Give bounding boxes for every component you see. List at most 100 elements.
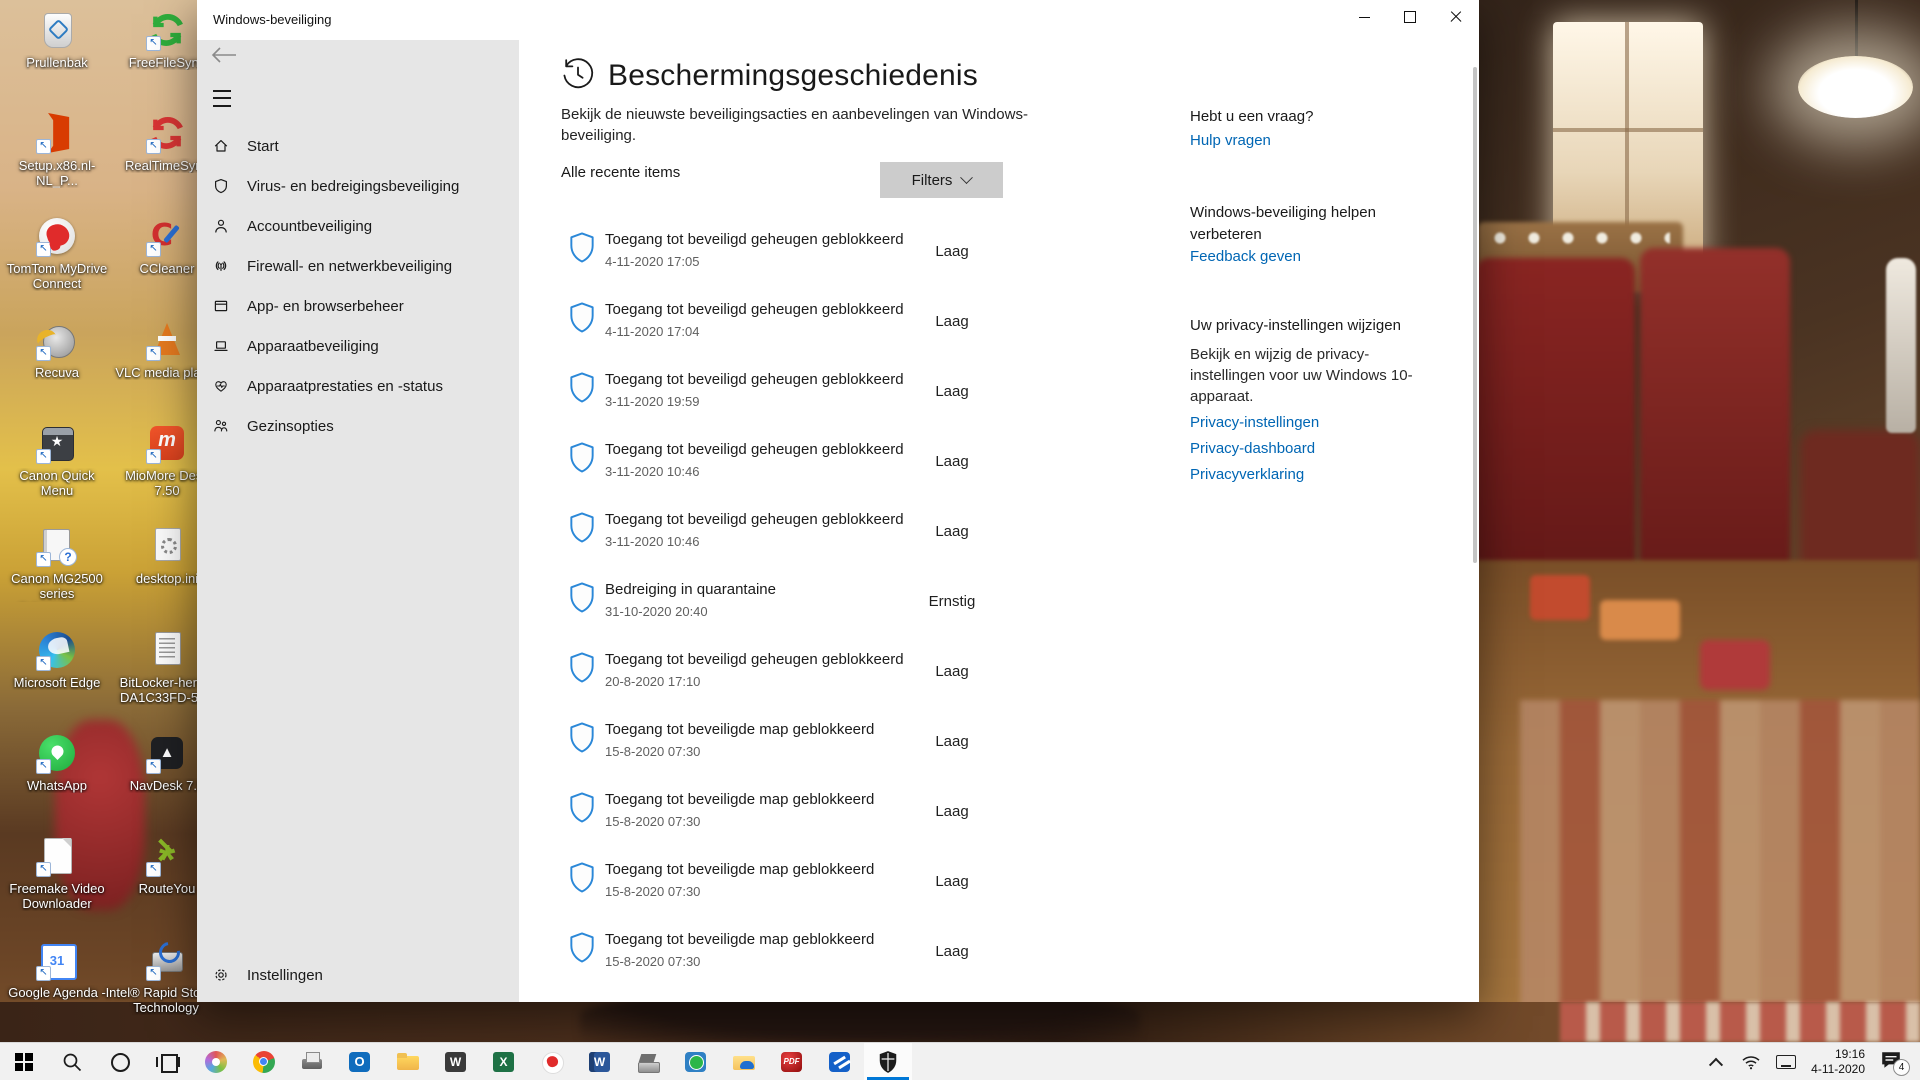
feedback-geven-link[interactable]: Feedback geven: [1190, 248, 1440, 265]
sidebar-item-gezinsopties[interactable]: Gezinsopties: [197, 406, 519, 446]
privacy-instellingen-link[interactable]: Privacy-instellingen: [1190, 414, 1440, 431]
sidebar-item-apparaatbeveiliging[interactable]: Apparaatbeveiliging: [197, 326, 519, 366]
taskbar-excel-button[interactable]: X: [480, 1043, 528, 1080]
taskbar-onedrive-button[interactable]: [720, 1043, 768, 1080]
history-item[interactable]: Toegang tot beveiligd geheugen geblokkee…: [561, 650, 1081, 714]
sidebar-item-app-browser[interactable]: App- en browserbeheer: [197, 286, 519, 326]
history-item[interactable]: Toegang tot beveiligde map geblokkeerd15…: [561, 720, 1081, 784]
notification-center-icon[interactable]: 4: [1880, 1050, 1906, 1074]
shield-icon: [569, 862, 595, 898]
severity-label: Laag: [897, 943, 1007, 960]
fax-printer-icon: [300, 1050, 324, 1074]
history-item[interactable]: Toegang tot beveiligd geheugen geblokkee…: [561, 370, 1081, 434]
desktop-icon-canon-mg2500[interactable]: ↖ Canon MG2500 series Schermhan...: [2, 524, 112, 602]
touch-keyboard-icon[interactable]: [1776, 1052, 1796, 1072]
shortcut-arrow-icon: ↖: [36, 862, 51, 877]
taskbar-fax-button[interactable]: [288, 1043, 336, 1080]
window-titlebar[interactable]: Windows-beveiliging: [197, 0, 1479, 40]
taskbar-file-explorer-button[interactable]: [384, 1043, 432, 1080]
desktop-icon-prullenbak[interactable]: Prullenbak: [2, 8, 112, 70]
history-item[interactable]: Bedreiging in quarantaine31-10-2020 20:4…: [561, 580, 1081, 644]
close-button[interactable]: [1433, 0, 1479, 34]
sidebar-item-virusbeveiliging[interactable]: Virus- en bedreigingsbeveiliging: [197, 166, 519, 206]
search-icon: [61, 1051, 83, 1073]
minimize-button[interactable]: [1341, 0, 1387, 34]
taskbar-windows-security-button[interactable]: [864, 1043, 912, 1080]
hulp-vragen-link[interactable]: Hulp vragen: [1190, 132, 1440, 149]
privacy-description: Bekijk en wijzig de privacy-instellingen…: [1190, 344, 1418, 407]
taskbar-tomtom-button[interactable]: [528, 1043, 576, 1080]
whatsapp-icon: [684, 1050, 708, 1074]
privacyverklaring-link[interactable]: Privacyverklaring: [1190, 466, 1440, 483]
taskbar-pdf-button[interactable]: PDF: [768, 1043, 816, 1080]
sidebar-item-firewall[interactable]: Firewall- en netwerkbeveiliging: [197, 246, 519, 286]
sidebar-item-start[interactable]: Start: [197, 126, 519, 166]
history-item[interactable]: Toegang tot beveiligde map geblokkeerd15…: [561, 790, 1081, 854]
google-calendar-icon: ↖: [35, 938, 79, 982]
taskbar-whatsapp-button[interactable]: [672, 1043, 720, 1080]
shortcut-arrow-icon: ↖: [36, 552, 51, 567]
navdesk-icon: ↖: [145, 731, 189, 775]
laptop-icon: [213, 338, 229, 354]
desktop-icon-office-setup[interactable]: ↖ Setup.x86.nl-NL_P...: [2, 111, 112, 188]
scrollbar-thumb[interactable]: [1473, 67, 1477, 563]
shield-icon: [213, 178, 229, 194]
sidebar-item-apparaatprestaties[interactable]: Apparaatprestaties en -status: [197, 366, 519, 406]
family-icon: [213, 418, 229, 434]
question-heading: Hebt u een vraag?: [1190, 106, 1440, 128]
taskbar-search-button[interactable]: [48, 1043, 96, 1080]
sidebar-item-accountbeveiliging[interactable]: Accountbeveiliging: [197, 206, 519, 246]
taskbar-cortana-button[interactable]: [96, 1043, 144, 1080]
taskbar-start-button[interactable]: [0, 1043, 48, 1080]
sidebar-nav: Start Virus- en bedreigingsbeveiliging A…: [197, 126, 519, 446]
back-button[interactable]: [211, 45, 241, 69]
scrollbar[interactable]: [1473, 40, 1478, 1002]
ccleaner-icon: ↖: [145, 214, 189, 258]
history-item[interactable]: Toegang tot beveiligd geheugen geblokkee…: [561, 230, 1081, 294]
tray-chevron-up-icon[interactable]: [1706, 1052, 1726, 1072]
privacy-heading: Uw privacy-instellingen wijzigen: [1190, 315, 1440, 337]
desktop-icon-freemake[interactable]: ↖ Freemake Video Downloader: [2, 834, 112, 911]
taskbar-scanner-button[interactable]: [624, 1043, 672, 1080]
wifi-icon[interactable]: [1741, 1052, 1761, 1072]
defender-shield-icon: [877, 1050, 899, 1074]
freefilesync-icon: ↖: [145, 8, 189, 52]
maximize-button[interactable]: [1387, 0, 1433, 34]
back-arrow-icon: [211, 45, 237, 65]
freemake-icon: ↖: [35, 834, 79, 878]
taskbar-chrome-button[interactable]: [240, 1043, 288, 1080]
desktop-icon-canon-quick-menu[interactable]: ↖ Canon Quick Menu: [2, 421, 112, 498]
chrome-icon: [252, 1050, 276, 1074]
filters-button[interactable]: Filters: [880, 162, 1003, 198]
desktop-icon-recuva[interactable]: ↖ Recuva: [2, 318, 112, 380]
file-explorer-icon: [396, 1050, 420, 1074]
taskbar-outlook-button[interactable]: O: [336, 1043, 384, 1080]
tomtom-icon: [540, 1050, 564, 1074]
taskbar-task-view-button[interactable]: [144, 1043, 192, 1080]
person-icon: [213, 218, 229, 234]
paint-icon: [204, 1050, 228, 1074]
routeyou-icon: ↖: [145, 834, 189, 878]
desktop-icon-tomtom-mydrive[interactable]: ↖ TomTom MyDrive Connect: [2, 214, 112, 291]
notification-count-badge: 4: [1893, 1059, 1910, 1076]
history-item[interactable]: Toegang tot beveiligde map geblokkeerd15…: [561, 930, 1081, 994]
desktop-icon-whatsapp[interactable]: ↖ WhatsApp: [2, 731, 112, 793]
history-item[interactable]: Toegang tot beveiligd geheugen geblokkee…: [561, 440, 1081, 504]
sidebar-item-instellingen[interactable]: Instellingen: [197, 955, 519, 995]
history-item[interactable]: Toegang tot beveiligd geheugen geblokkee…: [561, 300, 1081, 364]
history-item[interactable]: Toegang tot beveiligde map geblokkeerd15…: [561, 860, 1081, 924]
shortcut-arrow-icon: ↖: [146, 449, 161, 464]
menu-button[interactable]: [213, 90, 231, 107]
taskbar-paint-button[interactable]: [192, 1043, 240, 1080]
privacy-dashboard-link[interactable]: Privacy-dashboard: [1190, 440, 1440, 457]
clock-time: 19:16: [1811, 1047, 1865, 1062]
taskbar-word-dark-button[interactable]: W: [432, 1043, 480, 1080]
history-item[interactable]: Toegang tot beveiligd geheugen geblokkee…: [561, 510, 1081, 574]
severity-label: Laag: [897, 453, 1007, 470]
taskbar-word-button[interactable]: W: [576, 1043, 624, 1080]
taskbar-clock[interactable]: 19:16 4-11-2020: [1811, 1047, 1865, 1077]
desktop-icon-microsoft-edge[interactable]: ↖ Microsoft Edge: [2, 628, 112, 690]
taskbar-scan-button[interactable]: [816, 1043, 864, 1080]
windows-logo-icon: [12, 1050, 36, 1074]
desktop-icon-google-agenda[interactable]: ↖ Google Agenda -: [2, 938, 112, 1000]
